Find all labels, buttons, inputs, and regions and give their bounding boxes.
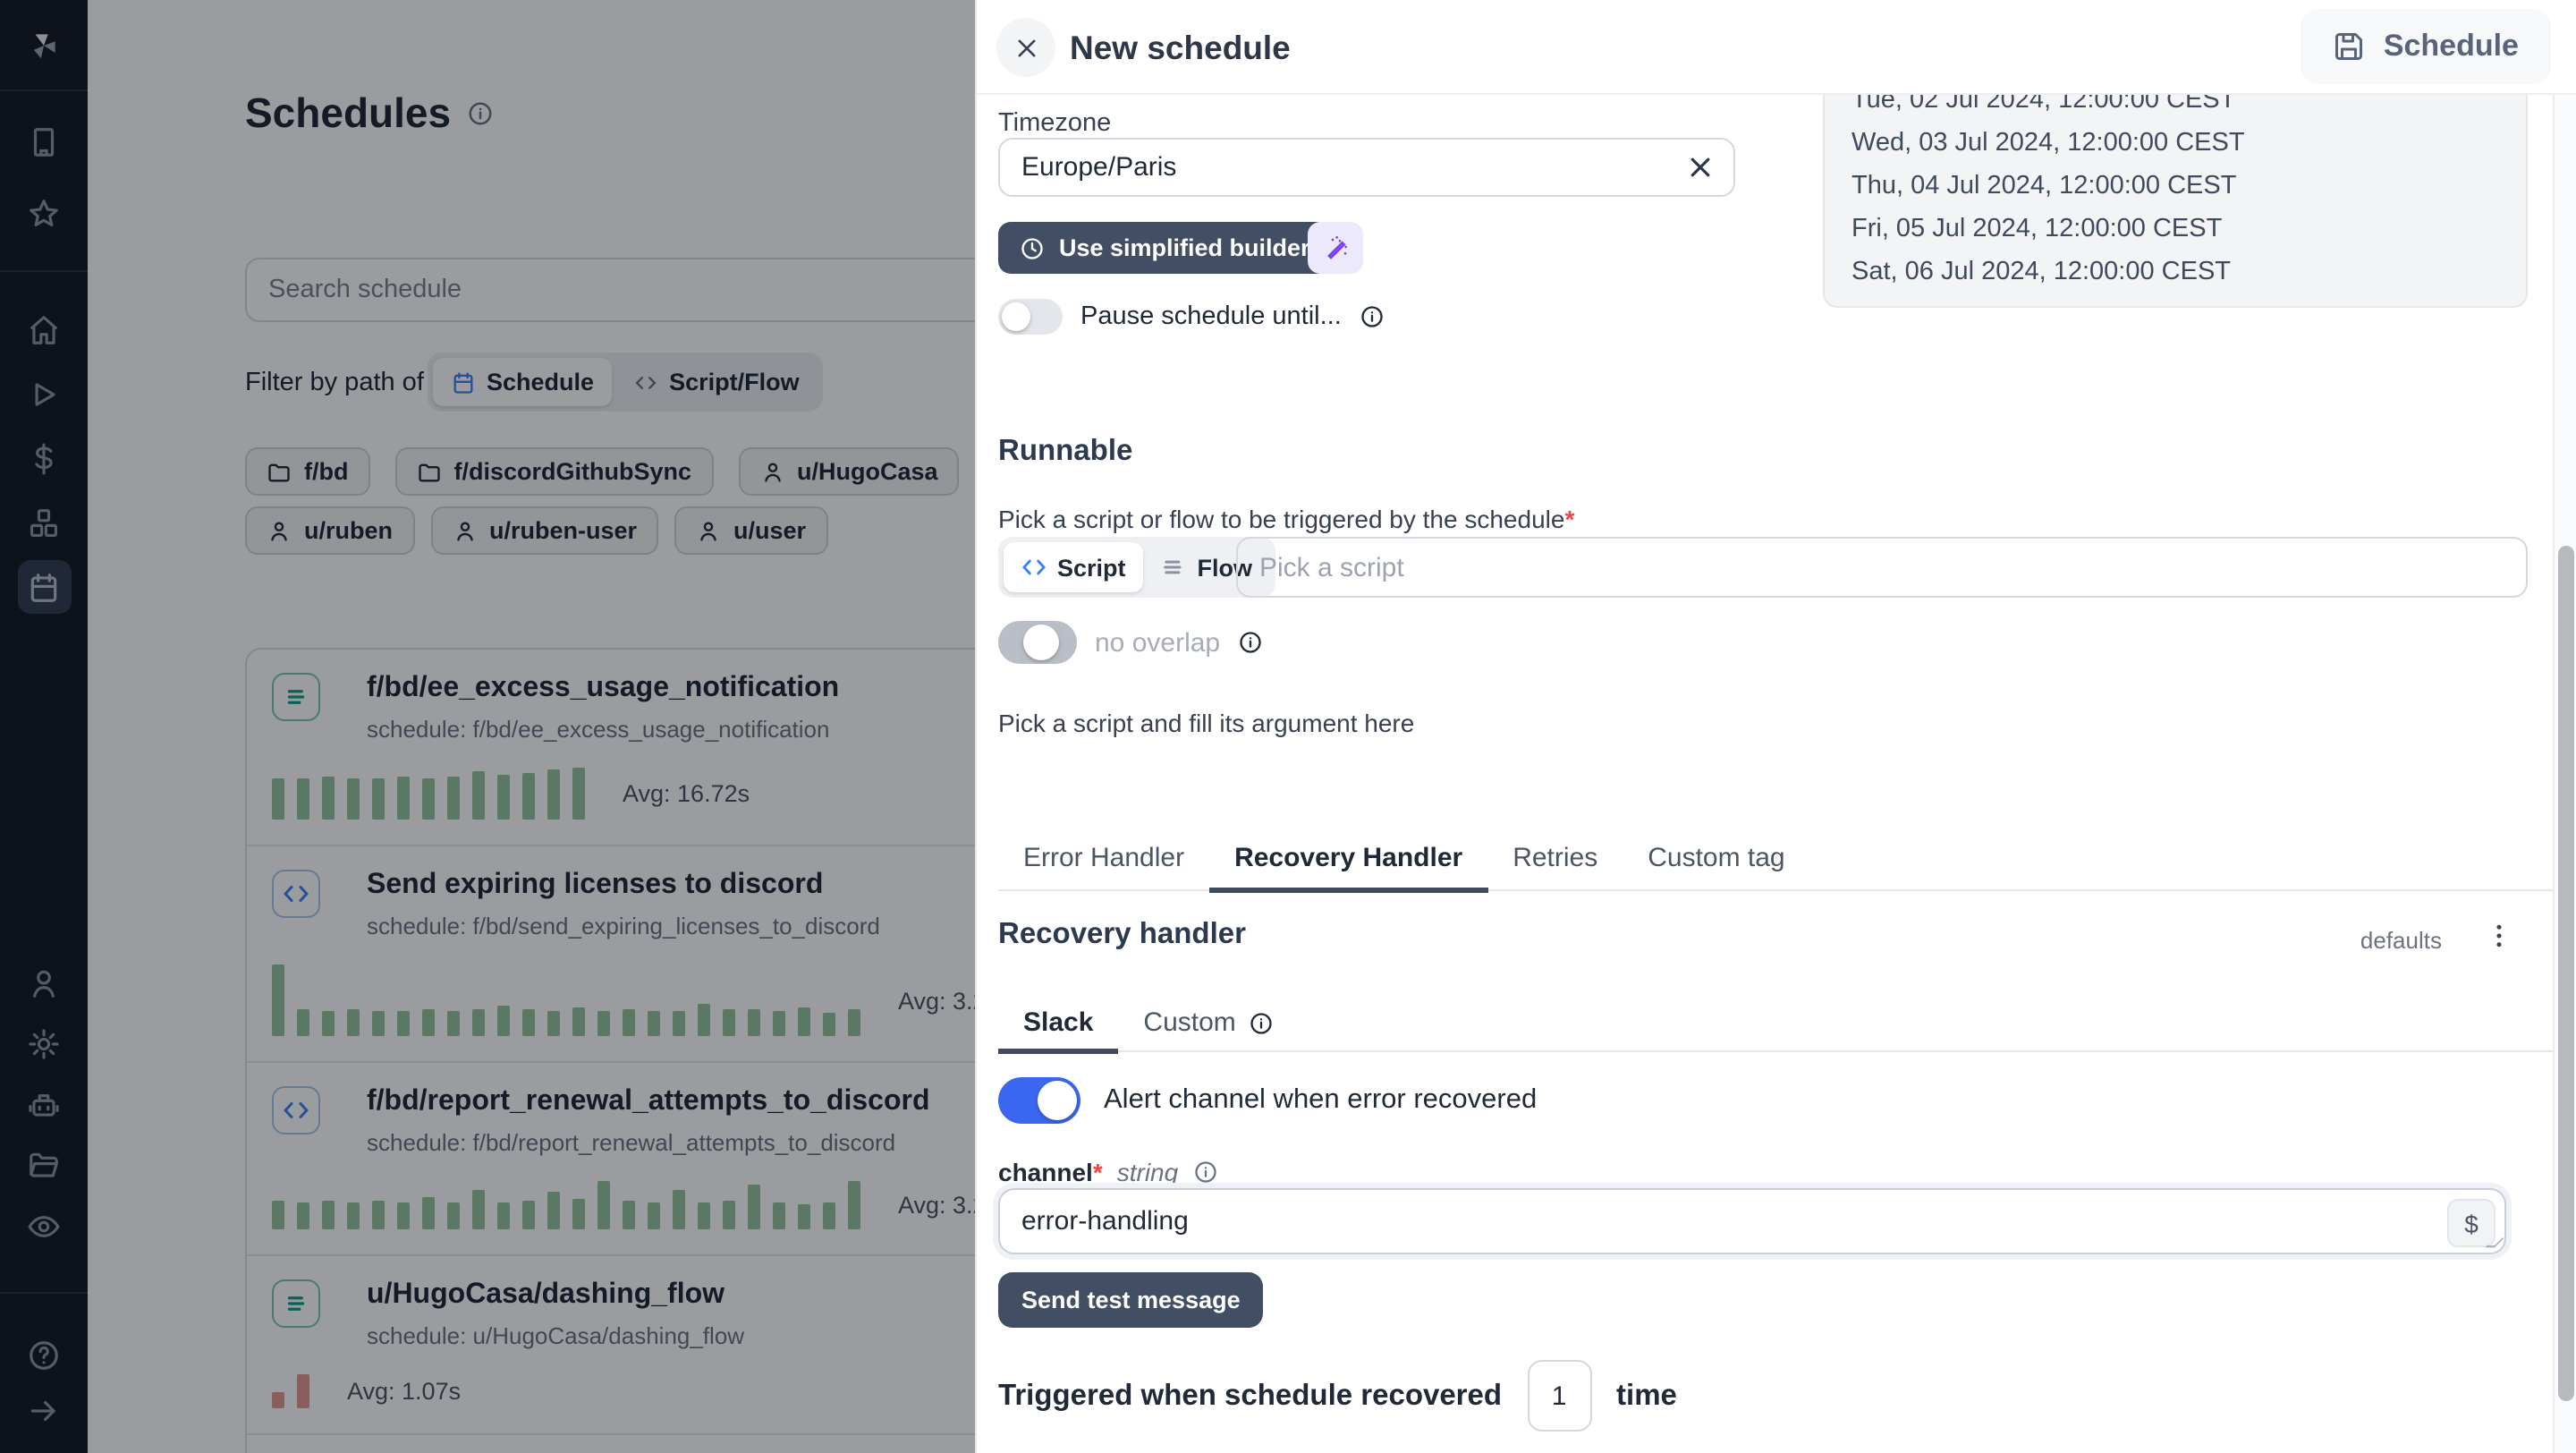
drawer-scrollbar[interactable] [2553,95,2576,1453]
clear-icon[interactable] [1687,154,1714,181]
info-icon[interactable] [1360,304,1385,329]
triggered-count-input[interactable]: 1 [1527,1360,1591,1432]
pick-script-input[interactable]: Pick a script [1236,537,2528,598]
preview-date: Fri, 05 Jul 2024, 12:00:00 CEST [1852,208,2499,251]
pause-schedule-row: Pause schedule until... [998,299,1385,335]
script-tab[interactable]: Script [1004,542,1144,592]
insert-variable-button[interactable]: $ [2447,1199,2496,1247]
save-icon [2334,30,2366,63]
upcoming-runs-panel: Tue, 02 Jul 2024, 12:00:00 CEST Wed, 03 … [1823,68,2528,308]
pick-script-label: Pick a script or flow to be triggered by… [998,505,1574,533]
subtab-custom[interactable]: Custom [1118,995,1298,1050]
runnable-heading: Runnable [998,435,1132,469]
argument-helper-text: Pick a script and fill its argument here [998,709,1414,737]
subtab-slack[interactable]: Slack [998,995,1118,1050]
send-test-message-button[interactable]: Send test message [998,1272,1264,1328]
timezone-input[interactable]: Europe/Paris [998,138,1735,197]
info-icon[interactable] [1238,630,1263,655]
no-overlap-toggle[interactable] [998,621,1077,664]
wand-sparkles-icon [1321,234,1350,262]
timezone-label: Timezone [998,109,1111,138]
defaults-label[interactable]: defaults [2360,927,2442,954]
alert-channel-row: Alert channel when error recovered [998,1077,1537,1124]
info-icon [1249,1010,1274,1035]
clock-icon [1020,235,1045,260]
no-overlap-label: no overlap [1095,627,1220,658]
close-icon[interactable] [996,18,1055,77]
tab-error-handler[interactable]: Error Handler [998,827,1209,889]
code-icon [1021,555,1046,580]
drawer-header: New schedule Schedule [977,0,2576,95]
app: Schedules Search schedule Filter by path… [0,0,2576,1453]
alert-channel-toggle[interactable] [998,1077,1080,1124]
pause-schedule-label: Pause schedule until... [1080,302,1342,331]
triggered-count-row: Triggered when schedule recovered 1 time [998,1360,1677,1432]
pause-schedule-toggle[interactable] [998,299,1063,335]
scrollbar-thumb[interactable] [2558,546,2574,1401]
preview-date: Thu, 04 Jul 2024, 12:00:00 CEST [1852,165,2499,208]
recovery-subtabs: Slack Custom [998,995,2555,1052]
no-overlap-row: no overlap [998,621,1263,664]
info-icon[interactable] [1192,1160,1217,1185]
use-simplified-builder-button[interactable]: Use simplified builder [998,222,1332,274]
channel-input[interactable]: error-handling $ [998,1188,2506,1254]
tab-custom-tag[interactable]: Custom tag [1623,827,1809,889]
preview-date: Sat, 06 Jul 2024, 12:00:00 CEST [1852,251,2499,293]
flow-bars-icon [1162,555,1187,580]
alert-channel-label: Alert channel when error recovered [1104,1084,1537,1117]
new-schedule-drawer: Tue, 02 Jul 2024, 12:00:00 CEST Wed, 03 … [975,0,2576,1453]
script-flow-toggle: Script Flow [998,537,1275,598]
channel-field-label: channel* string [998,1158,1217,1186]
tab-retries[interactable]: Retries [1487,827,1623,889]
kebab-menu-icon[interactable] [2479,916,2519,956]
schedule-submit-button[interactable]: Schedule [2301,9,2551,84]
drawer-title: New schedule [1070,29,1291,68]
ai-wand-button[interactable] [1308,222,1363,274]
preview-date: Wed, 03 Jul 2024, 12:00:00 CEST [1852,122,2499,165]
handler-tabs: Error Handler Recovery Handler Retries C… [998,827,2555,891]
tab-recovery-handler[interactable]: Recovery Handler [1209,827,1487,889]
recovery-handler-heading: Recovery handler [998,918,1246,952]
